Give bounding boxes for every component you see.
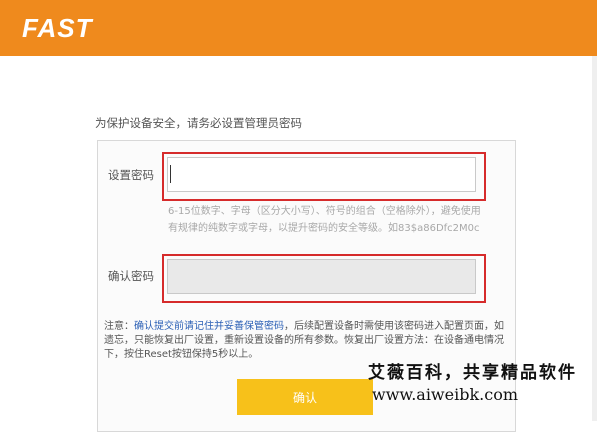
top-header-bar: FAST [0, 0, 597, 56]
watermark-url: www.aiweibk.com [372, 385, 518, 404]
password-input[interactable] [167, 157, 476, 192]
watermark-text: 艾薇百科，共享精品软件 [368, 363, 577, 383]
scrollbar-track[interactable] [592, 56, 597, 421]
confirm-password-label: 确认密码 [108, 269, 154, 283]
confirm-password-input[interactable] [167, 259, 476, 294]
note-prefix: 注意： [104, 321, 134, 332]
keep-password-link[interactable]: 确认提交前请记住并妥善保管密码 [134, 321, 284, 332]
fast-logo: FAST [22, 13, 93, 43]
confirm-button[interactable]: 确认 [237, 379, 373, 415]
warning-note: 注意：确认提交前请记住并妥善保管密码，后续配置设备时需使用该密码进入配置页面，如… [104, 320, 508, 362]
intro-text: 为保护设备安全，请务必设置管理员密码 [95, 116, 302, 130]
text-caret [170, 165, 171, 183]
password-label: 设置密码 [108, 168, 154, 182]
password-hint: 6-15位数字、字母（区分大小写）、符号的组合（空格除外），避免使用有规律的纯数… [168, 206, 481, 234]
